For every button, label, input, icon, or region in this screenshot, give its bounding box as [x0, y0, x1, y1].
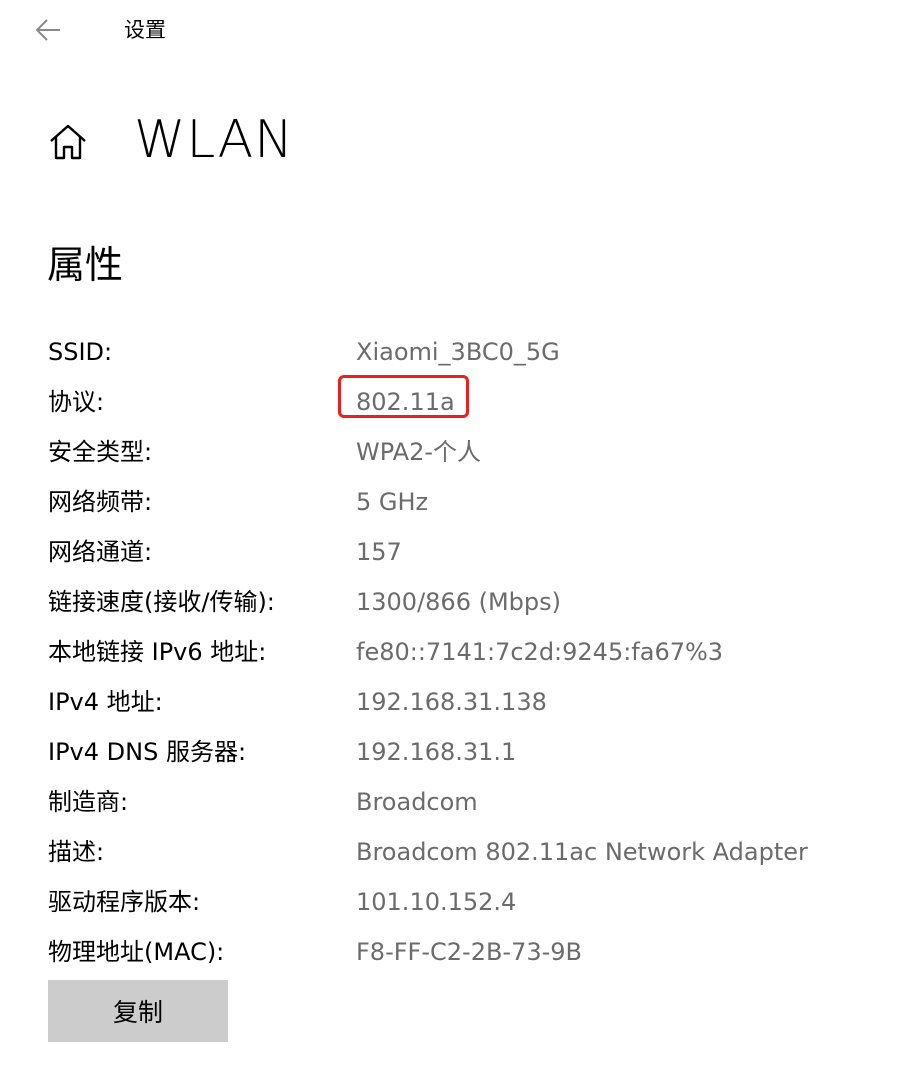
property-row-ssid: SSID: Xiaomi_3BC0_5G: [48, 327, 888, 377]
property-label: SSID:: [48, 338, 113, 366]
property-row-ipv6-address: 本地链接 IPv6 地址: fe80::7141:7c2d:9245:fa67%…: [48, 627, 888, 677]
app-title: 设置: [124, 18, 166, 42]
home-icon[interactable]: [48, 122, 88, 162]
property-value[interactable]: F8-FF-C2-2B-73-9B: [356, 937, 582, 967]
property-label: 物理地址(MAC):: [48, 938, 225, 966]
property-value[interactable]: Broadcom: [356, 787, 478, 817]
property-row-network-band: 网络频带: 5 GHz: [48, 477, 888, 527]
property-label: 网络频带:: [48, 488, 153, 516]
property-label: 网络通道:: [48, 538, 153, 566]
property-label: 描述:: [48, 838, 105, 866]
property-label: IPv4 DNS 服务器:: [48, 738, 247, 766]
section-title: 属性: [47, 243, 124, 287]
property-value[interactable]: 802.11a: [356, 387, 455, 417]
property-label: 驱动程序版本:: [48, 888, 201, 916]
property-value[interactable]: 192.168.31.1: [356, 737, 516, 767]
property-value[interactable]: 192.168.31.138: [356, 687, 547, 717]
property-label: 本地链接 IPv6 地址:: [48, 638, 267, 666]
property-label: IPv4 地址:: [48, 688, 163, 716]
back-button[interactable]: [30, 12, 66, 48]
property-row-link-speed: 链接速度(接收/传输): 1300/866 (Mbps): [48, 577, 888, 627]
property-row-mac-address: 物理地址(MAC): F8-FF-C2-2B-73-9B: [48, 927, 888, 977]
property-value[interactable]: WPA2-个人: [356, 437, 481, 467]
property-value[interactable]: 157: [356, 537, 402, 567]
page-title: WLAN: [134, 110, 295, 170]
property-row-ipv4-address: IPv4 地址: 192.168.31.138: [48, 677, 888, 727]
properties-list: SSID: Xiaomi_3BC0_5G 协议: 802.11a 安全类型: W…: [48, 327, 888, 977]
property-value[interactable]: fe80::7141:7c2d:9245:fa67%3: [356, 637, 723, 667]
property-label: 制造商:: [48, 788, 129, 816]
property-row-protocol: 协议: 802.11a: [48, 377, 888, 427]
property-row-ipv4-dns: IPv4 DNS 服务器: 192.168.31.1: [48, 727, 888, 777]
copy-button[interactable]: 复制: [48, 980, 228, 1042]
property-row-description: 描述: Broadcom 802.11ac Network Adapter: [48, 827, 888, 877]
property-row-manufacturer: 制造商: Broadcom: [48, 777, 888, 827]
property-value[interactable]: 101.10.152.4: [356, 887, 516, 917]
property-row-driver-version: 驱动程序版本: 101.10.152.4: [48, 877, 888, 927]
property-row-security-type: 安全类型: WPA2-个人: [48, 427, 888, 477]
property-value[interactable]: 1300/866 (Mbps): [356, 587, 561, 617]
property-value[interactable]: Xiaomi_3BC0_5G: [356, 337, 560, 367]
property-label: 协议:: [48, 388, 105, 416]
back-arrow-icon: [35, 19, 60, 41]
property-label: 安全类型:: [48, 438, 153, 466]
property-value[interactable]: 5 GHz: [356, 487, 428, 517]
property-row-network-channel: 网络通道: 157: [48, 527, 888, 577]
property-value[interactable]: Broadcom 802.11ac Network Adapter: [356, 837, 808, 867]
property-label: 链接速度(接收/传输):: [48, 588, 275, 616]
